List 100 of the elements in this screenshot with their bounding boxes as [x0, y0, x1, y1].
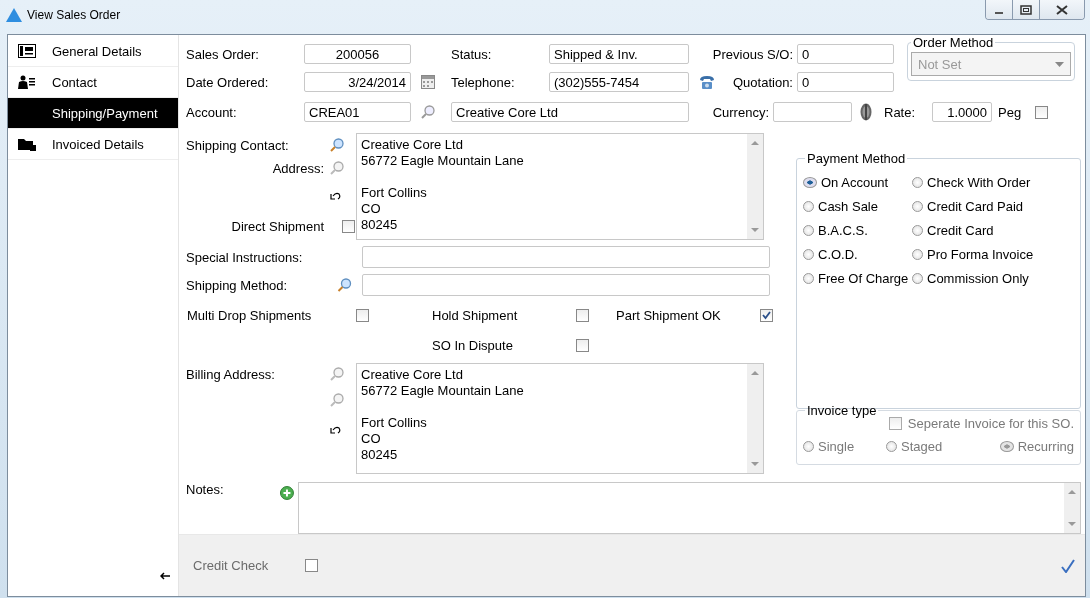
radio-label: Credit Card: [927, 223, 994, 238]
person-list-icon: [18, 75, 36, 89]
field-label: Shipping Method:: [186, 277, 289, 293]
currency-field[interactable]: [773, 102, 852, 122]
field-label: Address:: [272, 160, 324, 176]
checkbox[interactable]: [760, 308, 773, 322]
telephone-field[interactable]: (302)555-7454: [549, 72, 689, 92]
shipping-method-field[interactable]: [362, 274, 770, 296]
coin-icon[interactable]: [860, 103, 872, 121]
app-logo-icon: [6, 8, 22, 22]
radio-label: Recurring: [1017, 439, 1074, 454]
close-button[interactable]: [1040, 0, 1084, 19]
checkbox-label: Direct Shipment: [231, 218, 324, 234]
scrollbar[interactable]: [747, 364, 763, 473]
field-label: Special Instructions:: [186, 249, 304, 265]
field-label: Sales Order:: [186, 46, 260, 62]
undo-icon[interactable]: [330, 425, 342, 435]
checkbox[interactable]: [576, 338, 589, 352]
maximize-button[interactable]: [1013, 0, 1040, 19]
radio-button[interactable]: [803, 225, 814, 236]
checkbox-label: SO In Dispute: [432, 337, 514, 353]
radio-button[interactable]: [803, 177, 817, 188]
radio-button[interactable]: [912, 201, 923, 212]
radio-button[interactable]: [912, 225, 923, 236]
checkmark-icon[interactable]: [1061, 558, 1075, 573]
calendar-icon[interactable]: [421, 75, 435, 89]
close-icon: [1056, 4, 1068, 15]
radio-button[interactable]: [803, 273, 814, 284]
radio-label: Single: [818, 439, 855, 454]
field-label: Date Ordered:: [186, 74, 270, 90]
rate-field[interactable]: 1.0000: [932, 102, 992, 122]
address-field[interactable]: Creative Core Ltd 56772 Eagle Mountain Lane Fort Collins CO 80245: [356, 133, 764, 240]
dropdown-arrow-icon: [1055, 61, 1064, 67]
sidebar-item[interactable]: Shipping/Payment: [8, 98, 178, 129]
account-field[interactable]: CREA01: [304, 102, 411, 122]
radio-label: Pro Forma Invoice: [927, 247, 1034, 262]
quotation-field[interactable]: 0: [797, 72, 894, 92]
checkbox-label: Credit Check: [193, 558, 270, 573]
sidebar-item[interactable]: Invoiced Details: [8, 129, 178, 160]
group-title: Invoice type: [806, 403, 878, 418]
field-label: Previous S/O:: [712, 46, 793, 62]
field-label: Rate:: [884, 104, 917, 120]
radio-label: Commission Only: [927, 271, 1029, 286]
field-label: Account:: [186, 104, 238, 120]
field-label: Quotation:: [733, 74, 793, 90]
radio-label: Cash Sale: [818, 199, 878, 214]
previous-so-field[interactable]: 0: [797, 44, 894, 64]
address-field[interactable]: Creative Core Ltd 56772 Eagle Mountain Lane Fort Collins CO 80245: [356, 363, 764, 474]
sales-order-field[interactable]: 200056: [304, 44, 411, 64]
search-icon[interactable]: [330, 138, 344, 152]
radio-label: B.A.C.S.: [818, 223, 868, 238]
add-icon[interactable]: [280, 486, 295, 500]
radio-label: Credit Card Paid: [927, 199, 1024, 214]
radio-label: Staged: [901, 439, 943, 454]
checkbox-label: Seperate Invoice for this SO.: [907, 416, 1074, 431]
radio-button[interactable]: [803, 201, 814, 212]
checkbox[interactable]: [576, 308, 589, 322]
newspaper-icon: [18, 44, 36, 58]
undo-icon[interactable]: [330, 191, 342, 201]
scrollbar[interactable]: [1064, 483, 1080, 533]
notes-field[interactable]: [298, 482, 1081, 534]
radio-label: Check With Order: [927, 175, 1031, 190]
radio-button[interactable]: [912, 249, 923, 260]
date-field[interactable]: 3/24/2014: [304, 72, 411, 92]
group-title: Order Method: [912, 35, 995, 50]
radio-button[interactable]: [912, 177, 923, 188]
group-title: Payment Method: [806, 151, 907, 166]
special-instructions-field[interactable]: [362, 246, 770, 268]
field-label: Telephone:: [451, 74, 516, 90]
window-title: View Sales Order: [27, 8, 121, 22]
restore-icon: [1020, 4, 1032, 15]
radio-label: On Account: [821, 175, 889, 190]
phone-icon[interactable]: [699, 75, 715, 89]
field-label: Peg: [998, 104, 1023, 120]
field-label: Status:: [451, 46, 493, 62]
checkbox[interactable]: [1035, 105, 1048, 119]
radio-button[interactable]: [912, 273, 923, 284]
checkbox[interactable]: [356, 308, 369, 322]
search-icon[interactable]: [330, 393, 344, 407]
checkbox-label: Part Shipment OK: [616, 307, 722, 323]
radio-button[interactable]: [803, 249, 814, 260]
checkbox-label: Multi Drop Shipments: [187, 307, 313, 323]
field-label: Shipping Contact:: [186, 137, 290, 153]
search-icon[interactable]: [330, 161, 344, 175]
scrollbar[interactable]: [747, 134, 763, 239]
folder-lock-icon: [18, 137, 36, 151]
checkbox[interactable]: [342, 219, 355, 233]
minimize-icon: [995, 11, 1003, 14]
radio-label: Free Of Charge: [818, 271, 909, 286]
field-label: Billing Address:: [186, 366, 276, 382]
checkbox-label: Hold Shipment: [432, 307, 519, 323]
search-icon[interactable]: [421, 105, 435, 119]
search-icon[interactable]: [330, 367, 344, 381]
field-label: Notes:: [186, 482, 225, 497]
back-arrow-icon[interactable]: [160, 572, 170, 580]
field-label: Currency:: [711, 104, 769, 120]
sidebar-item[interactable]: General Details: [8, 36, 178, 67]
status-field[interactable]: Shipped & Inv.: [549, 44, 689, 64]
minimize-button[interactable]: [986, 0, 1013, 19]
account-name-field[interactable]: Creative Core Ltd: [451, 102, 689, 122]
